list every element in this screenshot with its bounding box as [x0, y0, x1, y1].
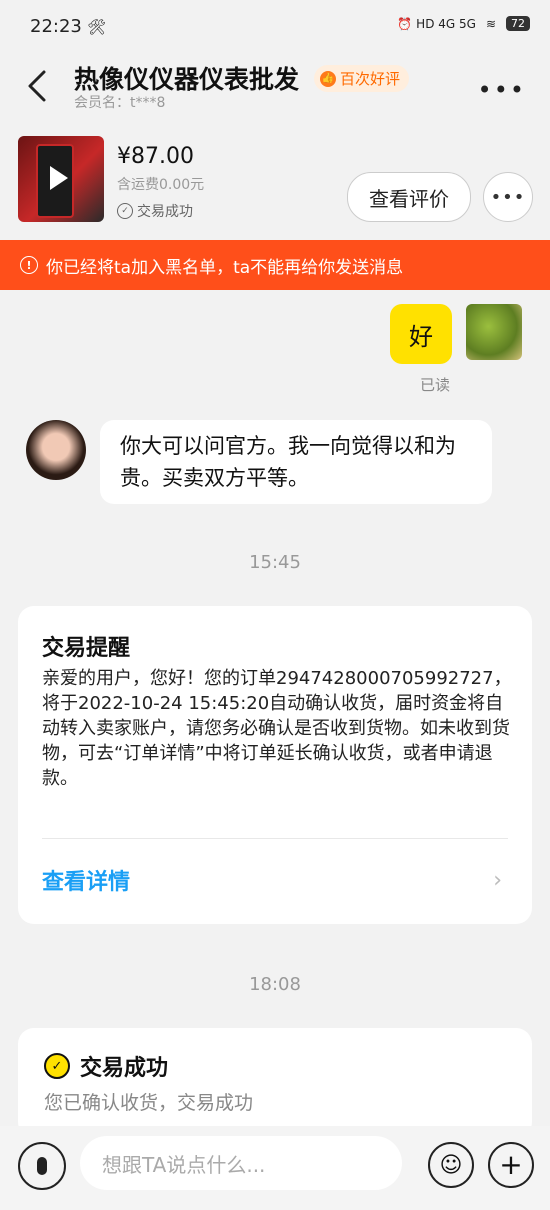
rating-badge-label: 百次好评: [340, 70, 401, 88]
signal-indicators: ⏰ HD 4G 5G: [397, 16, 476, 31]
chat-header: 热像仪仪器仪表批发 👍 百次好评 会员名：t***8 •••: [0, 56, 550, 126]
trade-success-title: 交易成功: [80, 1056, 169, 1081]
wifi-icon: ≋: [485, 16, 496, 31]
input-bar: 想跟TA说点什么... ☺ +: [0, 1126, 550, 1210]
order-status-label: 交易成功: [137, 204, 193, 220]
blacklist-alert-text: 你已经将ta加入黑名单，ta不能再给你发送消息: [46, 257, 404, 278]
shop-title: 热像仪仪器仪表批发: [74, 65, 300, 94]
member-name: 会员名：t***8: [74, 95, 166, 111]
check-circle-icon: ✓: [44, 1053, 70, 1079]
thumbs-up-icon: 👍: [320, 70, 336, 87]
trade-reminder-body: 亲爱的用户，您好！您的订单2947428000705992727，将于2022-…: [42, 668, 512, 789]
product-more-button[interactable]: •••: [483, 172, 533, 222]
trade-success-card: ✓ 交易成功 您已确认收货，交易成功: [18, 1028, 532, 1138]
exclamation-icon: !: [20, 256, 38, 274]
check-circle-icon: ✓: [117, 203, 133, 219]
shipping-info: 含运费0.00元: [117, 177, 205, 193]
trade-success-header: ✓ 交易成功: [44, 1050, 168, 1082]
chevron-right-icon[interactable]: ›: [493, 868, 502, 893]
view-review-button[interactable]: 查看评价: [347, 172, 471, 222]
blacklist-alert: ! 你已经将ta加入黑名单，ta不能再给你发送消息: [0, 240, 550, 290]
battery-icon: 72: [506, 16, 530, 31]
view-details-link[interactable]: 查看详情: [42, 864, 130, 896]
trade-reminder-card: 交易提醒 亲爱的用户，您好！您的订单2947428000705992727，将于…: [18, 606, 532, 924]
status-time: 22:23: [30, 16, 82, 37]
seller-message-bubble[interactable]: 你大可以问官方。我一向觉得以和为贵。买卖双方平等。: [100, 420, 492, 504]
my-message-bubble[interactable]: 好: [390, 304, 452, 364]
more-options-icon[interactable]: •••: [478, 76, 526, 104]
trade-reminder-title: 交易提醒: [42, 636, 131, 661]
trade-success-body: 您已确认收货，交易成功: [44, 1092, 254, 1114]
plus-icon[interactable]: +: [488, 1142, 534, 1188]
play-icon: [50, 166, 68, 190]
my-avatar[interactable]: [466, 304, 522, 360]
divider: [42, 838, 508, 839]
emoji-icon[interactable]: ☺: [428, 1142, 474, 1188]
order-status: ✓ 交易成功: [117, 201, 193, 221]
product-price: ¥87.00: [117, 144, 194, 169]
timestamp: 18:08: [249, 974, 301, 995]
microphone-icon[interactable]: [18, 1142, 66, 1190]
timestamp: 15:45: [249, 552, 301, 573]
back-arrow-icon[interactable]: [24, 66, 54, 106]
status-bar: 22:23 🛠 ⏰ HD 4G 5G ≋ 72: [0, 0, 550, 56]
rating-badge: 👍 百次好评: [314, 65, 410, 92]
wrench-icon: 🛠: [87, 18, 107, 36]
product-thumbnail[interactable]: [18, 136, 104, 222]
read-receipt: 已读: [420, 376, 451, 394]
seller-avatar[interactable]: [26, 420, 86, 480]
message-input[interactable]: 想跟TA说点什么...: [80, 1136, 402, 1190]
product-card[interactable]: ¥87.00 含运费0.00元 ✓ 交易成功 查看评价 •••: [0, 126, 550, 240]
status-indicators: ⏰ HD 4G 5G ≋ 72: [397, 16, 530, 31]
